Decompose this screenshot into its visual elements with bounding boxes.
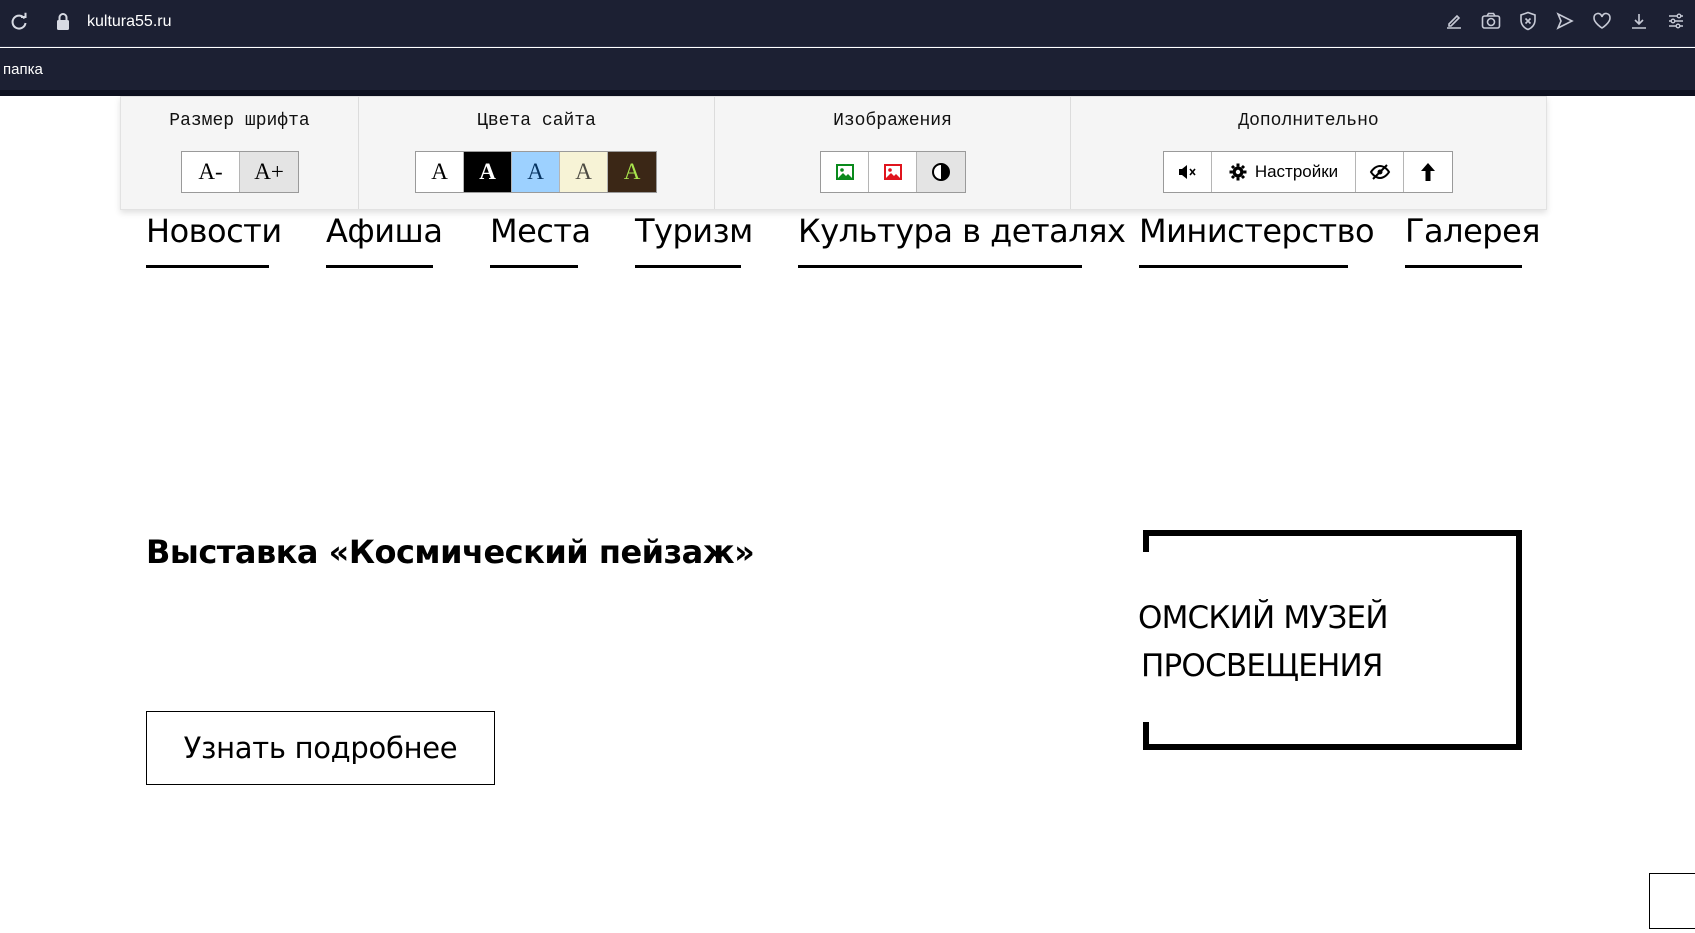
edit-icon[interactable] <box>1443 10 1465 32</box>
color-scheme-beige[interactable]: A <box>560 152 608 192</box>
museum-logo-line-2: ПРОСВЕЩЕНИЯ <box>1141 648 1383 684</box>
nav-item-culture-details[interactable]: Культура в деталях <box>798 210 1126 268</box>
color-scheme-blue[interactable]: A <box>512 152 560 192</box>
museum-logo: ОМСКИЙ МУЗЕЙ ПРОСВЕЩЕНИЯ <box>1138 530 1522 752</box>
nav-item-tourism[interactable]: Туризм <box>635 210 753 268</box>
extra-title: Дополнительно <box>1238 111 1379 131</box>
font-size-title: Размер шрифта <box>169 111 310 131</box>
sound-off-icon[interactable] <box>1164 152 1212 192</box>
museum-logo-text: ОМСКИЙ МУЗЕЙ ПРОСВЕЩЕНИЯ <box>1138 594 1389 690</box>
menu-icon[interactable] <box>1665 10 1687 32</box>
images-section: Изображения <box>715 97 1071 209</box>
images-title: Изображения <box>833 111 952 131</box>
font-size-section: Размер шрифта A- A+ <box>121 97 359 209</box>
image-on-icon[interactable] <box>821 152 869 192</box>
color-scheme-white[interactable]: A <box>416 152 464 192</box>
reload-icon[interactable] <box>9 12 29 32</box>
font-increase-button[interactable]: A+ <box>240 152 298 192</box>
bookmarks-bar: папка <box>0 48 1695 90</box>
heart-icon[interactable] <box>1591 10 1613 32</box>
nav-item-places[interactable]: Места <box>490 210 591 268</box>
color-scheme-black[interactable]: A <box>464 152 512 192</box>
font-decrease-button[interactable]: A- <box>182 152 240 192</box>
learn-more-button[interactable]: Узнать подробнее <box>146 711 495 785</box>
camera-icon[interactable] <box>1480 10 1502 32</box>
accessibility-panel: Размер шрифта A- A+ Цвета сайта A A A A … <box>120 96 1547 210</box>
bookmark-folder[interactable]: папка <box>3 61 43 78</box>
browser-toolbar: kultura55.ru <box>0 0 1695 47</box>
nav-item-news[interactable]: Новости <box>146 210 282 268</box>
gear-icon <box>1229 163 1247 181</box>
address-bar[interactable]: kultura55.ru <box>87 13 172 31</box>
settings-button[interactable]: Настройки <box>1212 152 1356 192</box>
shield-icon[interactable] <box>1517 10 1539 32</box>
settings-label: Настройки <box>1254 162 1339 181</box>
nav-item-ministry[interactable]: Министерство <box>1139 210 1375 268</box>
museum-logo-line-1: ОМСКИЙ МУЗЕЙ <box>1138 600 1389 636</box>
hero-title: Выставка «Космический пейзаж» <box>146 533 755 571</box>
lock-icon <box>55 12 71 32</box>
nav-item-afisha[interactable]: Афиша <box>326 210 443 268</box>
font-size-group: A- A+ <box>181 151 299 193</box>
extra-section: Дополнительно Настройки <box>1071 97 1546 209</box>
images-group <box>820 151 966 193</box>
main-nav: Новости Афиша Места Туризм Культура в де… <box>146 210 1541 270</box>
contrast-icon[interactable] <box>917 152 965 192</box>
site-colors-title: Цвета сайта <box>477 111 596 131</box>
download-icon[interactable] <box>1628 10 1650 32</box>
eye-off-icon[interactable] <box>1356 152 1404 192</box>
arrow-up-icon[interactable] <box>1404 152 1452 192</box>
send-icon[interactable] <box>1554 10 1576 32</box>
site-colors-section: Цвета сайта A A A A A <box>359 97 715 209</box>
nav-item-gallery[interactable]: Галерея <box>1405 210 1541 268</box>
corner-widget[interactable] <box>1649 873 1695 929</box>
image-off-icon[interactable] <box>869 152 917 192</box>
extra-group: Настройки <box>1163 151 1453 193</box>
color-scheme-group: A A A A A <box>415 151 657 193</box>
color-scheme-brown[interactable]: A <box>608 152 656 192</box>
